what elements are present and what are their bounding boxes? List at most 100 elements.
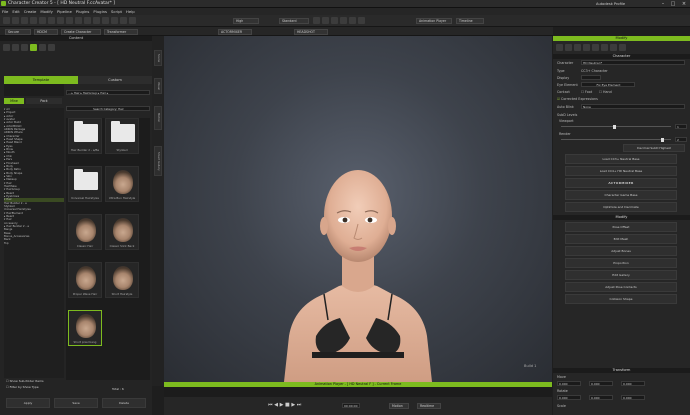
menu-item[interactable]: Edit [10,8,21,15]
rotate-y-field[interactable]: 0.000 [589,395,613,400]
accessory-icon[interactable] [39,44,46,51]
realtime-button[interactable]: Realtime [417,402,441,409]
transformer-button[interactable]: Transformer [104,28,138,35]
play-icon[interactable]: ▶ [280,402,284,408]
save-icon[interactable] [21,17,28,24]
optimize-button[interactable]: Optimize and Decimate [565,202,677,212]
eye-element-dropdown[interactable]: Fix Eye Element [581,82,635,87]
minimize-icon[interactable]: – [658,0,668,8]
maximize-icon[interactable]: □ [668,0,678,8]
delete-button[interactable]: Delete [102,398,146,408]
render-icon[interactable] [313,17,320,24]
display-dropdown[interactable] [581,75,601,80]
3d-viewport[interactable]: Bulld 1 [164,36,552,382]
menu-item[interactable]: Plugins [91,8,109,15]
open-icon[interactable] [12,17,19,24]
tab-motion[interactable]: Motion [154,106,162,130]
move-y-field[interactable]: 0.000 [589,381,613,386]
slider-handle[interactable] [613,124,616,129]
thumb-item[interactable]: Ultra Bun Hairstyle [105,166,139,202]
rotate-x-field[interactable]: 0.000 [557,395,581,400]
move-x-field[interactable]: 0.000 [557,381,581,386]
move-icon[interactable] [57,17,64,24]
thumb-item-selected[interactable]: Short pixel bang [68,310,102,346]
corrected-expressions-checkbox[interactable]: ☑ Corrected Expressions [557,97,598,101]
redo-icon[interactable] [39,17,46,24]
contact-hand-checkbox[interactable]: ☐ Hand [599,90,612,94]
search-input[interactable]: Search Category: Hair [66,106,150,111]
material-icon[interactable] [583,44,590,51]
actor-mixer-panel-button[interactable]: ACTORMIXER [565,178,677,188]
timeline-button[interactable]: Timeline [456,17,484,24]
contact-foot-checkbox[interactable]: ☐ Foot [581,90,592,94]
thumb-item[interactable]: Short Hairstyle [105,262,139,298]
camera-icon[interactable] [84,17,91,24]
wireframe-icon[interactable] [322,17,329,24]
rotate-z-field[interactable]: 0.000 [621,395,645,400]
settings-icon[interactable] [358,17,365,24]
headshot-button[interactable]: HEADSHOT [294,28,328,35]
actor-mixer-button[interactable]: ACTORMIXER [218,28,252,35]
thumb-item[interactable]: Classic Hair [68,214,102,250]
hdcm-button[interactable]: HDCM [34,28,58,35]
select-icon[interactable] [48,17,55,24]
save-button[interactable]: Save [54,398,98,408]
attribute-icon[interactable] [556,44,563,51]
slider-handle[interactable] [661,137,664,142]
thumb-item[interactable]: Proper Wave Hair [68,262,102,298]
cloth-icon[interactable] [21,44,28,51]
account-label[interactable]: Autodesk Profile [596,2,625,6]
physics-icon[interactable] [592,44,599,51]
thumb-item[interactable]: Hair Builder 2 - e/Be [68,118,102,154]
first-frame-icon[interactable]: ⏮ [268,402,273,408]
show-subfolder-checkbox[interactable]: ☐ Show Sub-folder Items [6,379,44,383]
viewport-slider[interactable] [561,124,671,129]
load-cc4-button[interactable]: Load CC4+ HD Neutral Base [565,166,677,176]
move-z-field[interactable]: 0.000 [621,381,645,386]
scale-icon[interactable] [75,17,82,24]
motion-button[interactable]: Motion [389,402,409,409]
load-cc3-button[interactable]: Load CC3+ Neutral Base [565,154,677,164]
render-value-field[interactable]: 2 [675,137,687,142]
face-icon[interactable] [610,44,617,51]
adjust-bones-button[interactable]: Adjust Bones [565,246,677,256]
menu-item[interactable]: Plugins [74,8,92,15]
viewport-value-field[interactable]: 1 [675,124,687,129]
thumb-item[interactable]: Classic Slick Back [105,214,139,250]
menu-item[interactable]: Pipeline [55,8,74,15]
proportion-button[interactable]: Proportion [565,258,677,268]
light-icon[interactable] [120,17,127,24]
xray-icon[interactable] [331,17,338,24]
player-track[interactable] [164,387,552,397]
auto-blink-dropdown[interactable]: None [581,104,685,109]
decimal-subd-button[interactable]: Decimal SubD Highest [623,144,685,152]
morph-icon[interactable] [12,44,19,51]
tab-smart-gallery[interactable]: Smart Gallery [154,146,162,176]
prev-frame-icon[interactable]: ◀ [274,402,278,408]
menu-item[interactable]: File [0,8,10,15]
menu-item[interactable]: Script [109,8,124,15]
grid-icon[interactable] [129,17,136,24]
orbit-icon[interactable] [93,17,100,24]
game-base-button[interactable]: Character Game Base [565,190,677,200]
collision-shape-button[interactable]: Collision Shape [565,294,677,304]
tab-custom[interactable]: Custom [78,76,152,84]
tab-scene[interactable]: Scene [154,50,162,66]
thumb-item[interactable]: Universal Hairstyles [68,166,102,202]
tab-visual[interactable]: Visual [154,78,162,94]
zoom-icon[interactable] [111,17,118,24]
morph-slider-icon[interactable] [574,44,581,51]
animation-player-button[interactable]: Animation Player [416,17,452,24]
motion-icon[interactable] [565,44,572,51]
last-frame-icon[interactable]: ⏭ [297,402,302,408]
subtab-pack[interactable]: Pack [26,98,62,104]
menu-item[interactable]: Create [22,8,39,15]
edit-mesh-button[interactable]: Edit Mesh [565,234,677,244]
pan-icon[interactable] [102,17,109,24]
pose-icon[interactable] [601,44,608,51]
breadcrumb[interactable]: ... ▸ Hair ▸ HairGroup ▸ Hair ▸ [66,90,150,95]
secure-button[interactable]: Secure [5,28,31,35]
stop-icon[interactable]: ■ [285,402,290,408]
adjust-pose-contacts-button[interactable]: Adjust Pose Contacts [565,282,677,292]
menu-item[interactable]: Help [124,8,137,15]
